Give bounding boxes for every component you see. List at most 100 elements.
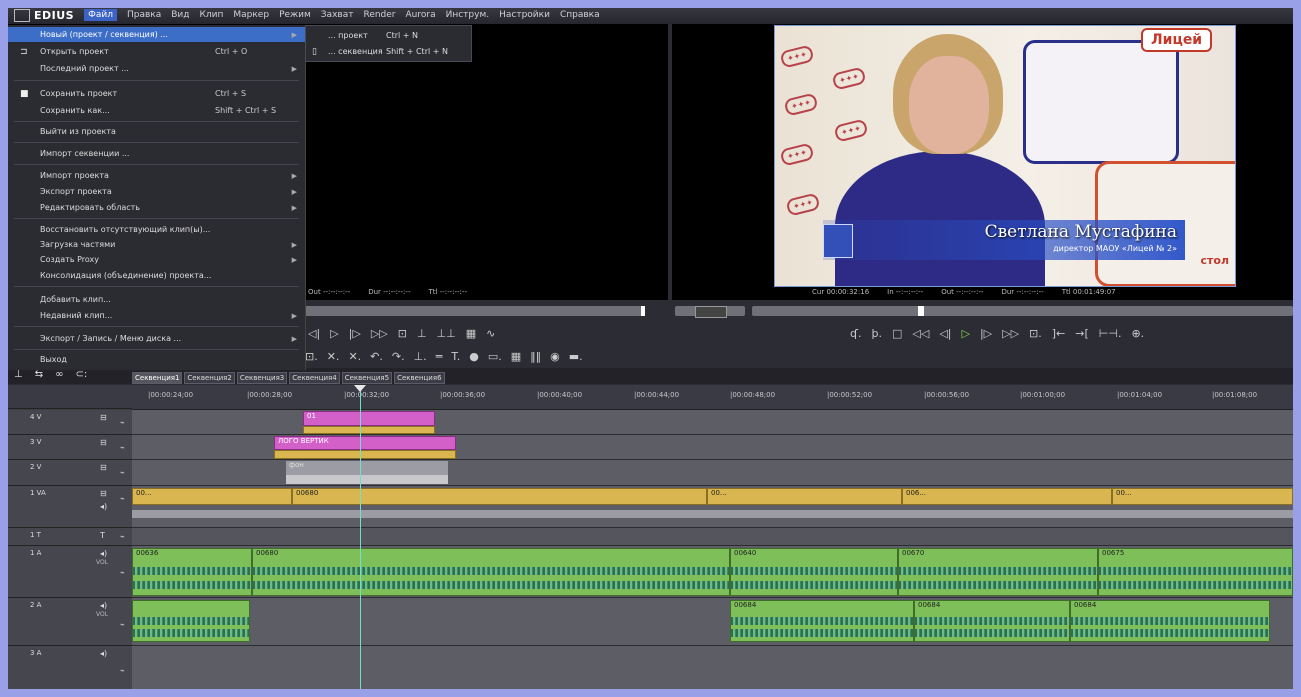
menu-item-import-project[interactable]: Импорт проекта ▶ bbox=[8, 168, 305, 183]
clip-2v-lower[interactable] bbox=[286, 475, 448, 484]
menu-item-recent-clip[interactable]: Недавний клип... ▶ bbox=[8, 308, 305, 323]
mark-in-icon[interactable]: ʠ. bbox=[850, 327, 862, 340]
track-lane-1t[interactable] bbox=[132, 528, 1293, 546]
menu-item-consolidate[interactable]: Консолидация (объединение) проекта... bbox=[8, 268, 305, 283]
menu-item-partial-load[interactable]: Загрузка частями ▶ bbox=[8, 237, 305, 252]
loop-icon[interactable]: ⊡ bbox=[398, 327, 407, 340]
insert-icon[interactable]: ⊥ bbox=[417, 327, 427, 340]
tab-sequence-1[interactable]: Секвенция1 bbox=[132, 372, 183, 384]
redo-icon[interactable]: ↷. bbox=[392, 350, 405, 363]
audio-clip-1a[interactable]: 00680 bbox=[252, 548, 730, 596]
track-add-icon[interactable]: ⊥ bbox=[14, 369, 23, 380]
tab-sequence-5[interactable]: Секвенция5 bbox=[341, 372, 393, 384]
undo-icon[interactable]: ↶. bbox=[370, 350, 383, 363]
menu-item-exit[interactable]: Выход bbox=[8, 352, 305, 367]
title-icon[interactable]: T. bbox=[451, 350, 460, 363]
track-header-4v[interactable]: 4 V ⊟ ⌁ bbox=[8, 410, 132, 435]
record-icon[interactable]: ◉ bbox=[550, 350, 560, 363]
track-lane-1va[interactable]: 00... 00680 00... 006... 00... bbox=[132, 486, 1293, 528]
recorder-scrub-bar[interactable] bbox=[752, 306, 1293, 316]
menu-capture[interactable]: Захват bbox=[321, 10, 354, 20]
clip-1va[interactable]: 00... bbox=[1112, 488, 1293, 505]
settings-icon[interactable]: ▬. bbox=[569, 350, 583, 363]
loop-icon[interactable]: ⊡. bbox=[1029, 327, 1042, 340]
transition-4v[interactable] bbox=[303, 426, 435, 434]
track-lane-3a[interactable] bbox=[132, 646, 1293, 690]
menu-item-add-clip[interactable]: Добавить клип... bbox=[8, 292, 305, 307]
delete-icon[interactable]: ✕. bbox=[348, 350, 361, 363]
grid-view-icon[interactable]: ▦ bbox=[511, 350, 521, 363]
menu-view[interactable]: Вид bbox=[171, 10, 189, 20]
track-snap-icon[interactable]: ⊂: bbox=[75, 369, 87, 380]
track-header-3v[interactable]: 3 V ⊟ ⌁ bbox=[8, 435, 132, 460]
menu-edit[interactable]: Правка bbox=[127, 10, 161, 20]
trim-out-icon[interactable]: →[ bbox=[1075, 327, 1089, 340]
insert-mode-icon[interactable]: ⊥. bbox=[414, 350, 427, 363]
menu-settings[interactable]: Настройки bbox=[499, 10, 550, 20]
mixer-icon[interactable]: ‖‖ bbox=[530, 350, 541, 363]
menu-item-close-project[interactable]: Выйти из проекта bbox=[8, 124, 305, 139]
tab-sequence-6[interactable]: Секвенция6 bbox=[394, 372, 445, 384]
track-lane-2a[interactable]: 00684 00684 00684 bbox=[132, 598, 1293, 646]
expand-icon[interactable]: ⌁ bbox=[120, 418, 125, 427]
player-scrub-handle[interactable] bbox=[641, 306, 645, 316]
playhead-marker-icon[interactable] bbox=[354, 385, 366, 392]
clip-3v[interactable]: ЛОГО ВЕРТИК bbox=[274, 436, 456, 450]
zoom-slider[interactable] bbox=[8, 385, 132, 409]
menu-item-new[interactable]: Новый (проект / секвенция) ... ▶ bbox=[8, 27, 305, 42]
grid-icon[interactable]: ▦ bbox=[466, 327, 476, 340]
tab-sequence-4[interactable]: Секвенция4 bbox=[289, 372, 340, 384]
submenu-item-new-project[interactable]: ... проект Ctrl + N bbox=[306, 28, 471, 43]
overwrite-icon[interactable]: ⊥⊥ bbox=[437, 327, 456, 340]
play-forward-icon[interactable]: |▷ bbox=[349, 327, 361, 340]
menu-help[interactable]: Справка bbox=[560, 10, 600, 20]
stop-icon[interactable]: □ bbox=[892, 327, 902, 340]
effects-icon[interactable]: ▭. bbox=[488, 350, 502, 363]
clip-4v[interactable]: 01 bbox=[303, 411, 435, 426]
track-lane-4v[interactable]: 01 bbox=[132, 410, 1293, 435]
clip-1va-audio[interactable] bbox=[132, 510, 1293, 518]
menu-clip[interactable]: Клип bbox=[199, 10, 223, 20]
menu-item-create-proxy[interactable]: Создать Proxy ▶ bbox=[8, 252, 305, 267]
track-header-1a[interactable]: 1 A ◂) VOL ⌁ bbox=[8, 546, 132, 598]
timeline-cursor[interactable] bbox=[360, 385, 361, 690]
track-header-2a[interactable]: 2 A ◂) VOL ⌁ bbox=[8, 598, 132, 646]
track-lane-2v[interactable]: фон bbox=[132, 460, 1293, 486]
expand-icon[interactable]: ⌁ bbox=[120, 443, 125, 452]
menu-tools[interactable]: Инструм. bbox=[446, 10, 490, 20]
new-sequence-icon[interactable]: ⊡. bbox=[305, 350, 318, 363]
wave-icon[interactable]: ∿ bbox=[486, 327, 495, 340]
clip-1va[interactable]: 00680 bbox=[292, 488, 707, 505]
track-header-1t[interactable]: 1 T T ⌁ bbox=[8, 528, 132, 546]
menu-item-restore-clips[interactable]: Восстановить отсутствующий клип(ы)... bbox=[8, 222, 305, 237]
clip-1va[interactable]: 00... bbox=[707, 488, 902, 505]
expand-icon[interactable]: ⌁ bbox=[120, 666, 125, 675]
track-lane-3v[interactable]: ЛОГО ВЕРТИК bbox=[132, 435, 1293, 460]
play-icon[interactable]: ▷ bbox=[961, 327, 969, 340]
clip-2v[interactable]: фон bbox=[286, 461, 448, 475]
menu-aurora[interactable]: Aurora bbox=[406, 10, 436, 20]
mark-out-icon[interactable]: ϸ. bbox=[872, 327, 882, 340]
transition-3v[interactable] bbox=[274, 450, 456, 459]
expand-icon[interactable]: ⌁ bbox=[120, 468, 125, 477]
audio-clip-2a[interactable]: 00684 bbox=[1070, 600, 1270, 642]
trim-in-icon[interactable]: ]← bbox=[1052, 327, 1066, 340]
step-back-icon[interactable]: ◁| bbox=[939, 327, 951, 340]
audio-clip-2a[interactable]: 00684 bbox=[914, 600, 1070, 642]
submenu-item-new-sequence[interactable]: ▯... секвенция Shift + Ctrl + N bbox=[306, 44, 471, 59]
menu-item-open-project[interactable]: ⊐ Открыть проект Ctrl + O bbox=[8, 44, 305, 59]
shuttle-knob[interactable] bbox=[695, 306, 727, 318]
menu-item-edit-area[interactable]: Редактировать область ▶ bbox=[8, 200, 305, 215]
rewind-icon[interactable]: ◁◁ bbox=[912, 327, 929, 340]
play-icon[interactable]: ▷ bbox=[330, 327, 338, 340]
shuttle-bar[interactable] bbox=[675, 306, 745, 318]
menu-item-export-record[interactable]: Экспорт / Запись / Меню диска ... ▶ bbox=[8, 331, 305, 346]
track-link-icon[interactable]: ⇆ bbox=[35, 369, 43, 380]
cut-icon[interactable]: ✕. bbox=[327, 350, 340, 363]
track-header-1va[interactable]: 1 VA ⊟ ◂) ⌁ bbox=[8, 486, 132, 528]
audio-clip-1a[interactable]: 00636 bbox=[132, 548, 252, 596]
expand-icon[interactable]: ⌁ bbox=[120, 532, 125, 541]
timeline-ruler[interactable]: |00:00:24;00 |00:00:28;00 |00:00:32;00 |… bbox=[132, 385, 1293, 410]
track-sync-icon[interactable]: ∞ bbox=[55, 369, 63, 380]
fast-forward-icon[interactable]: ▷▷ bbox=[1002, 327, 1019, 340]
